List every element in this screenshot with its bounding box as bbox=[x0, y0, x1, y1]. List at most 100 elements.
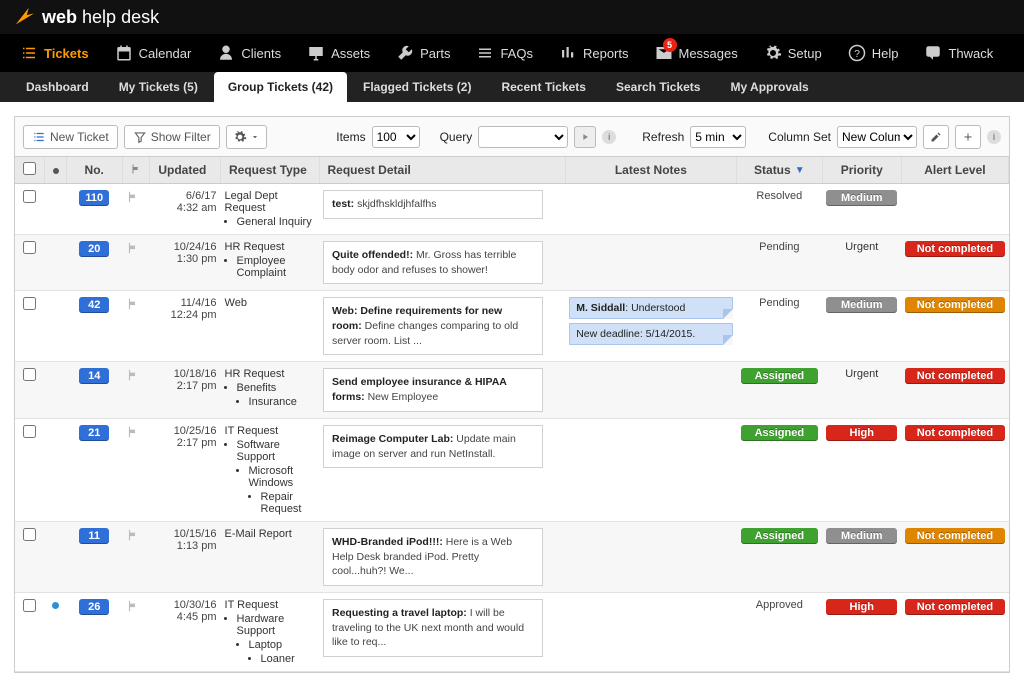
row-checkbox[interactable] bbox=[23, 190, 36, 203]
nav-thwack[interactable]: Thwack bbox=[914, 34, 1003, 72]
colset-info-icon[interactable]: i bbox=[987, 130, 1001, 144]
nav-label: Clients bbox=[241, 46, 281, 61]
col-header-5[interactable]: Request Type bbox=[221, 157, 319, 184]
notes-cell: M. Siddall: UnderstoodNew deadline: 5/14… bbox=[565, 291, 736, 362]
row-checkbox[interactable] bbox=[23, 425, 36, 438]
add-column-button[interactable] bbox=[955, 125, 981, 149]
monitor-icon bbox=[307, 44, 325, 62]
table-row[interactable]: 4211/4/1612:24 pmWebWeb: Define requirem… bbox=[15, 291, 1009, 362]
col-header-0[interactable] bbox=[15, 157, 45, 184]
col-header-8[interactable]: Status ▼ bbox=[737, 157, 823, 184]
flag-icon[interactable] bbox=[126, 190, 140, 204]
main-nav: Tickets Calendar Clients AssetsParts FAQs Rep… bbox=[0, 34, 1024, 72]
query-info-icon[interactable]: i bbox=[602, 130, 616, 144]
table-row[interactable]: 1410/18/162:17 pmHR RequestBenefitsInsur… bbox=[15, 362, 1009, 418]
table-row[interactable]: 2010/24/161:30 pmHR RequestEmployee Comp… bbox=[15, 235, 1009, 291]
ticket-number-badge[interactable]: 42 bbox=[79, 297, 109, 313]
nav-label: FAQs bbox=[500, 46, 533, 61]
subtab-recent-tickets[interactable]: Recent Tickets bbox=[487, 72, 600, 102]
nav-messages[interactable]: Messages5 bbox=[645, 34, 748, 72]
alert-pill: Not completed bbox=[905, 599, 1004, 615]
nav-help[interactable]: Help bbox=[838, 34, 909, 72]
notes-cell bbox=[565, 362, 736, 418]
nav-parts[interactable]: Parts bbox=[386, 34, 460, 72]
col-header-6[interactable]: Request Detail bbox=[319, 157, 565, 184]
show-filter-button[interactable]: Show Filter bbox=[124, 125, 220, 149]
status-cell: Assigned bbox=[737, 521, 823, 592]
flag-icon[interactable] bbox=[126, 368, 140, 382]
request-type-cell: HR RequestBenefitsInsurance bbox=[221, 362, 319, 418]
subtab-my-tickets-5-[interactable]: My Tickets (5) bbox=[105, 72, 212, 102]
nav-reports[interactable]: Reports bbox=[549, 34, 639, 72]
ticket-number-badge[interactable]: 20 bbox=[79, 241, 109, 257]
ticket-number-badge[interactable]: 14 bbox=[79, 368, 109, 384]
request-detail-cell: Requesting a travel laptop: I will be tr… bbox=[319, 592, 565, 671]
col-header-9[interactable]: Priority bbox=[822, 157, 901, 184]
table-row[interactable]: 1110/15/161:13 pmE-Mail ReportWHD-Brande… bbox=[15, 521, 1009, 592]
flag-icon[interactable] bbox=[126, 599, 140, 613]
flag-icon[interactable] bbox=[126, 425, 140, 439]
nav-label: Messages bbox=[679, 46, 738, 61]
row-checkbox[interactable] bbox=[23, 599, 36, 612]
notes-cell bbox=[565, 592, 736, 671]
flag-icon[interactable] bbox=[126, 528, 140, 542]
nav-tickets[interactable]: Tickets bbox=[10, 34, 99, 72]
col-header-1[interactable] bbox=[45, 157, 66, 184]
items-select[interactable]: 100 bbox=[372, 126, 420, 148]
settings-menu-button[interactable] bbox=[226, 125, 267, 149]
row-checkbox[interactable] bbox=[23, 368, 36, 381]
alert-cell: Not completed bbox=[901, 291, 1008, 362]
select-all-checkbox[interactable] bbox=[23, 162, 36, 175]
subtab-search-tickets[interactable]: Search Tickets bbox=[602, 72, 715, 102]
row-checkbox[interactable] bbox=[23, 528, 36, 541]
sub-nav: DashboardMy Tickets (5)Group Tickets (42… bbox=[0, 72, 1024, 102]
table-row[interactable]: 1106/6/174:32 amLegal Dept RequestGenera… bbox=[15, 184, 1009, 235]
status-cell: Assigned bbox=[737, 362, 823, 418]
col-header-2[interactable]: No. bbox=[66, 157, 122, 184]
col-header-4[interactable]: Updated bbox=[150, 157, 221, 184]
nav-label: Tickets bbox=[44, 46, 89, 61]
col-header-3[interactable] bbox=[122, 157, 150, 184]
alert-pill: Not completed bbox=[905, 425, 1004, 441]
request-type-cell: IT RequestSoftware SupportMicrosoft Wind… bbox=[221, 418, 319, 521]
subtab-group-tickets-42-[interactable]: Group Tickets (42) bbox=[214, 72, 347, 102]
subtab-flagged-tickets-2-[interactable]: Flagged Tickets (2) bbox=[349, 72, 485, 102]
priority-pill: High bbox=[826, 599, 897, 615]
col-header-10[interactable]: Alert Level bbox=[901, 157, 1008, 184]
nav-clients[interactable]: Clients bbox=[207, 34, 291, 72]
ticket-table: No. UpdatedRequest TypeRequest DetailLate… bbox=[15, 157, 1009, 672]
flag-icon[interactable] bbox=[126, 297, 140, 311]
col-header-7[interactable]: Latest Notes bbox=[565, 157, 736, 184]
table-row[interactable]: 2110/25/162:17 pmIT RequestSoftware Supp… bbox=[15, 418, 1009, 521]
flag-icon[interactable] bbox=[126, 241, 140, 255]
priority-pill: Medium bbox=[826, 297, 897, 313]
subtab-dashboard[interactable]: Dashboard bbox=[12, 72, 103, 102]
colset-select[interactable]: New Colum bbox=[837, 126, 917, 148]
nav-assets[interactable]: Assets bbox=[297, 34, 380, 72]
status-cell: Assigned bbox=[737, 418, 823, 521]
updated-cell: 6/6/174:32 am bbox=[150, 184, 221, 235]
row-checkbox[interactable] bbox=[23, 241, 36, 254]
ticket-number-badge[interactable]: 21 bbox=[79, 425, 109, 441]
alert-cell: Not completed bbox=[901, 521, 1008, 592]
ticket-number-badge[interactable]: 110 bbox=[79, 190, 109, 206]
row-checkbox[interactable] bbox=[23, 297, 36, 310]
query-run-button[interactable] bbox=[574, 126, 596, 148]
status-cell: Approved bbox=[737, 592, 823, 671]
calendar-icon bbox=[115, 44, 133, 62]
query-select[interactable] bbox=[478, 126, 568, 148]
caret-down-icon bbox=[250, 132, 260, 142]
alert-cell: Not completed bbox=[901, 235, 1008, 291]
ticket-number-badge[interactable]: 26 bbox=[79, 599, 109, 615]
nav-calendar[interactable]: Calendar bbox=[105, 34, 202, 72]
ticket-number-badge[interactable]: 11 bbox=[79, 528, 109, 544]
note: M. Siddall: Understood bbox=[569, 297, 732, 319]
nav-setup[interactable]: Setup bbox=[754, 34, 832, 72]
table-row[interactable]: 2610/30/164:45 pmIT RequestHardware Supp… bbox=[15, 592, 1009, 671]
nav-faqs[interactable]: FAQs bbox=[466, 34, 543, 72]
subtab-my-approvals[interactable]: My Approvals bbox=[716, 72, 822, 102]
new-ticket-button[interactable]: New Ticket bbox=[23, 125, 118, 149]
refresh-select[interactable]: 5 min bbox=[690, 126, 746, 148]
priority-cell: High bbox=[822, 592, 901, 671]
edit-columns-button[interactable] bbox=[923, 125, 949, 149]
